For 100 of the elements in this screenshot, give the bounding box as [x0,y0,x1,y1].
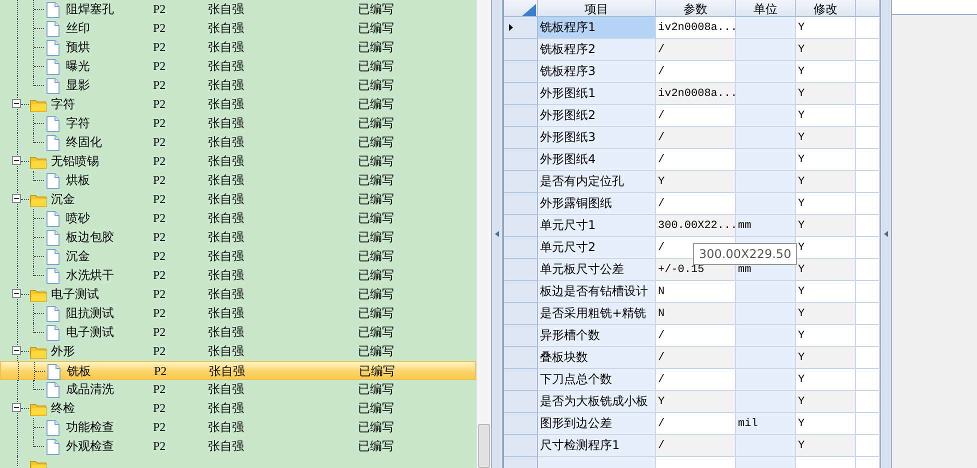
tree-row[interactable]: 丝印 P2 张自强 已编写 [0,19,476,38]
tree-label: 字符 [66,115,90,132]
tree-row[interactable]: 沉金 P2 张自强 已编写 [0,247,476,266]
level-cell-text: P2 [152,306,167,321]
tree-label: 字符 [51,96,75,113]
tree-row[interactable]: 烘板 P2 张自强 已编写 [0,171,476,190]
row-header[interactable] [504,193,538,215]
tree-row[interactable]: 阻抗测试 P2 张自强 已编写 [0,304,476,323]
folder-icon [30,98,47,112]
column-header[interactable]: 修改 [796,0,856,17]
row-header[interactable] [504,215,538,237]
tree-folder-row[interactable]: 字符 P2 张自强 已编写 [0,95,476,114]
status-cell-text: 已编写 [357,343,395,360]
tree-row[interactable]: 铣板 P2 张自强 已编写 [0,361,476,380]
tree-row[interactable]: 预烘 P2 张自强 已编写 [0,38,476,57]
grid-cell [736,83,796,105]
document-icon [46,78,60,94]
grid-cell: 下刀点总个数 [538,369,656,391]
document-icon [46,134,60,150]
person-cell-text: 张自强 [207,267,245,284]
grid-cell: Y [796,39,856,61]
tree-folder-row[interactable]: 沉金 P2 张自强 已编写 [0,190,476,209]
grid-cell: / [656,435,736,457]
status-cell-text: 已编写 [358,363,396,380]
grid-cell [736,369,796,391]
person-cell-text: 张自强 [207,115,245,132]
row-header[interactable] [504,325,538,347]
column-header[interactable]: 参数 [656,0,736,17]
tree-folder-row[interactable]: 无铅喷锡 P2 张自强 已编写 [0,152,476,171]
person-cell-text: 张自强 [207,248,245,265]
level-cell-text: P2 [152,249,167,264]
tree-label: 板边包胶 [66,229,114,246]
tree-label: 电子测试 [51,286,99,303]
row-header[interactable] [504,83,538,105]
collapse-toggle-icon[interactable] [12,289,21,298]
status-cell-text: 已编写 [357,172,395,189]
grid-cell: 是否采用粗铣+精铣 [538,303,656,325]
document-icon [46,420,60,436]
row-header[interactable] [504,347,538,369]
tree-row[interactable]: 阻焊塞孔 P2 张自强 已编写 [0,0,476,19]
grid-cell: / [656,325,736,347]
row-header[interactable] [504,281,538,303]
row-header[interactable] [504,237,538,259]
document-icon [46,116,60,132]
row-header[interactable] [504,171,538,193]
row-header[interactable] [504,127,538,149]
grid-cell [736,171,796,193]
tree-row[interactable]: 字符 P2 张自强 已编写 [0,114,476,133]
grid-cell: 尺寸检测程序1 [538,435,656,457]
left-arrow-icon[interactable] [884,231,888,237]
level-cell-text: P2 [152,268,167,283]
person-cell-text: 张自强 [207,58,245,75]
row-header[interactable] [504,369,538,391]
grid-cell [736,325,796,347]
document-icon [46,172,60,188]
tree-row[interactable]: 成品清洗 P2 张自强 已编写 [0,380,476,399]
level-cell-text: P2 [153,364,168,379]
row-header[interactable] [504,39,538,61]
document-icon [46,230,60,246]
row-header[interactable] [504,17,538,39]
row-header[interactable] [504,391,538,413]
grid-cell: Y [796,413,856,435]
collapse-toggle-icon[interactable] [12,99,21,108]
collapse-toggle-icon[interactable] [12,403,21,412]
column-header[interactable]: 单位 [736,0,796,17]
tree-row[interactable]: 功能检查 P2 张自强 已编写 [0,418,476,437]
collapse-toggle-icon[interactable] [12,346,21,355]
folder-icon [30,344,47,358]
left-arrow-icon[interactable] [495,231,499,237]
scrollbar[interactable] [476,0,491,468]
row-header[interactable] [504,413,538,435]
row-header[interactable] [504,435,538,457]
status-cell-text: 已编写 [357,381,395,398]
status-cell-text: 已编写 [357,248,395,265]
grid-cell: Y [796,193,856,215]
collapse-toggle-icon[interactable] [12,194,21,203]
tree-label: 曝光 [66,58,90,75]
tree-folder-row[interactable]: 电子测试 P2 张自强 已编写 [0,285,476,304]
document-icon [46,20,60,36]
tree-row[interactable]: 曝光 P2 张自强 已编写 [0,57,476,76]
row-header[interactable] [504,259,538,281]
folder-icon [30,154,47,168]
level-cell-text: P2 [152,344,167,359]
row-header[interactable] [504,303,538,325]
tree-row[interactable]: 显影 P2 张自强 已编写 [0,76,476,95]
column-header[interactable]: 项目 [538,0,656,17]
tree-row[interactable]: 水洗烘干 P2 张自强 已编写 [0,266,476,285]
row-header[interactable] [504,149,538,171]
person-cell-text: 张自强 [207,438,245,455]
row-header[interactable] [504,61,538,83]
tree-row[interactable]: 电子测试 P2 张自强 已编写 [0,323,476,342]
tree-row[interactable]: 喷砂 P2 张自强 已编写 [0,209,476,228]
tree-row[interactable]: 外观检查 P2 张自强 已编写 [0,437,476,456]
tree-row[interactable]: 终固化 P2 张自强 已编写 [0,133,476,152]
tree-folder-row[interactable]: 终检 P2 张自强 已编写 [0,399,476,418]
status-cell-text: 已编写 [357,134,395,151]
collapse-toggle-icon[interactable] [12,156,21,165]
grid-cell: Y [796,215,856,237]
tree-row[interactable]: 板边包胶 P2 张自强 已编写 [0,228,476,247]
row-header[interactable] [504,105,538,127]
